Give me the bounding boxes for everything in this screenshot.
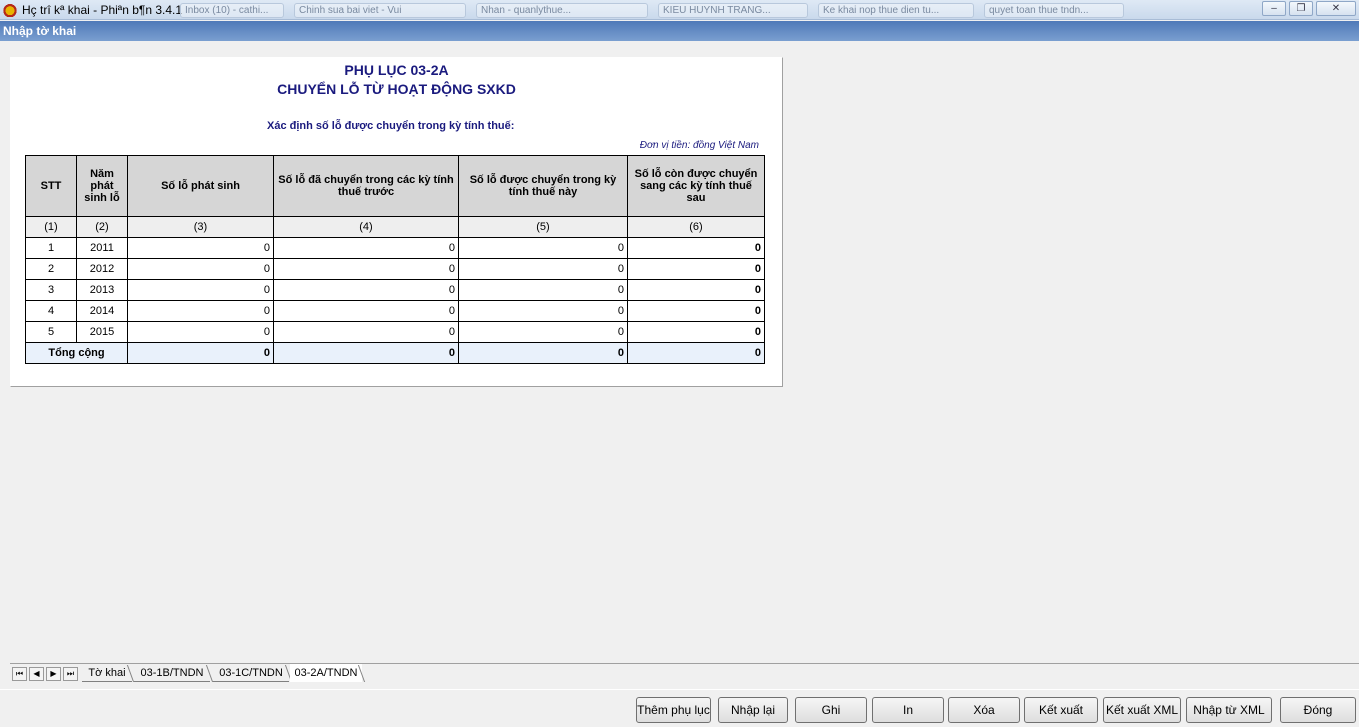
background-window-tab: Chinh sua bai viet - Vui bbox=[294, 3, 466, 18]
column-index: (3) bbox=[127, 216, 274, 238]
loss-incurred-cell[interactable]: 0 bbox=[127, 300, 274, 322]
loss-remaining-cell: 0 bbox=[627, 237, 765, 259]
form-header-title: Nhập tờ khai bbox=[3, 24, 77, 38]
window-title: Hç trî kª khai - Phiªn b¶n 3.4.1 bbox=[22, 3, 183, 17]
loss-incurred-cell[interactable]: 0 bbox=[127, 279, 274, 301]
loss-year-cell[interactable]: 2012 bbox=[76, 258, 128, 280]
column-header: STT bbox=[25, 155, 77, 217]
table-row: 4 2014 0 0 0 0 bbox=[25, 300, 765, 322]
total-carried-current: 0 bbox=[458, 342, 628, 364]
content-area: PHỤ LỤC 03-2A CHUYỂN LỖ TỪ HOẠT ĐỘNG SXK… bbox=[2, 43, 1357, 661]
column-index-row: (1) (2) (3) (4) (5) (6) bbox=[25, 216, 765, 238]
loss-carried-current-cell[interactable]: 0 bbox=[458, 300, 628, 322]
background-window-tab: Nhan - quanlythue... bbox=[476, 3, 648, 18]
background-window-tab: Inbox (10) - cathi... bbox=[180, 3, 284, 18]
tab-03-1c[interactable]: 03-1C/TNDN bbox=[213, 664, 289, 682]
restore-button[interactable]: ❐ bbox=[1289, 1, 1313, 16]
column-index: (4) bbox=[273, 216, 459, 238]
form-canvas: PHỤ LỤC 03-2A CHUYỂN LỖ TỪ HOẠT ĐỘNG SXK… bbox=[11, 58, 782, 386]
next-sheet-icon[interactable]: ▶ bbox=[46, 667, 61, 681]
background-window-tab: quyet toan thue tndn... bbox=[984, 3, 1124, 18]
loss-carried-prior-cell[interactable]: 0 bbox=[273, 237, 459, 259]
column-header: Số lỗ phát sinh bbox=[127, 155, 274, 217]
form-subtitle-heading: CHUYỂN LỖ TỪ HOẠT ĐỘNG SXKD bbox=[277, 81, 516, 97]
currency-unit-note: Đơn vị tiền: đồng Việt Nam bbox=[639, 140, 759, 151]
column-index: (5) bbox=[458, 216, 628, 238]
row-number: 5 bbox=[25, 321, 77, 343]
loss-incurred-cell[interactable]: 0 bbox=[127, 237, 274, 259]
column-header: Số lỗ được chuyển trong kỳ tính thuế này bbox=[458, 155, 628, 217]
loss-carried-current-cell[interactable]: 0 bbox=[458, 237, 628, 259]
loss-carried-prior-cell[interactable]: 0 bbox=[273, 279, 459, 301]
loss-carried-current-cell[interactable]: 0 bbox=[458, 279, 628, 301]
title-bar: Hç trî kª khai - Phiªn b¶n 3.4.1 Inbox (… bbox=[0, 0, 1359, 20]
column-index: (2) bbox=[76, 216, 128, 238]
table-row: 1 2011 0 0 0 0 bbox=[25, 237, 765, 259]
table-header-row: STT Năm phát sinh lỗ Số lỗ phát sinh Số … bbox=[25, 155, 765, 217]
reenter-button[interactable]: Nhập lại bbox=[718, 697, 788, 723]
prev-sheet-icon[interactable]: ◀ bbox=[29, 667, 44, 681]
last-sheet-icon[interactable]: ⏭ bbox=[63, 667, 78, 681]
section-caption: Xác định số lỗ được chuyển trong kỳ tính… bbox=[267, 120, 515, 132]
action-button-bar: Thêm phụ lục Nhập lại Ghi In Xóa Kết xuấ… bbox=[0, 689, 1359, 727]
tab-to-khai[interactable]: Tờ khai bbox=[82, 664, 132, 682]
row-number: 4 bbox=[25, 300, 77, 322]
column-header: Số lỗ đã chuyển trong các kỳ tính thuế t… bbox=[273, 155, 459, 217]
total-remaining: 0 bbox=[627, 342, 765, 364]
tab-03-2a[interactable]: 03-2A/TNDN bbox=[290, 664, 362, 682]
total-row: Tổng cộng 0 0 0 0 bbox=[25, 342, 765, 364]
form-panel: PHỤ LỤC 03-2A CHUYỂN LỖ TỪ HOẠT ĐỘNG SXK… bbox=[10, 57, 783, 387]
loss-remaining-cell: 0 bbox=[627, 279, 765, 301]
form-title: PHỤ LỤC 03-2A bbox=[344, 62, 449, 78]
minimize-button[interactable]: – bbox=[1262, 1, 1286, 16]
sheet-tab-strip: ⏮ ◀ ▶ ⏭ Tờ khai 03-1B/TNDN 03-1C/TNDN 03… bbox=[10, 663, 1359, 683]
loss-carried-current-cell[interactable]: 0 bbox=[458, 321, 628, 343]
column-header: Năm phát sinh lỗ bbox=[76, 155, 128, 217]
first-sheet-icon[interactable]: ⏮ bbox=[12, 667, 27, 681]
column-index: (1) bbox=[25, 216, 77, 238]
close-window-button[interactable]: ✕ bbox=[1316, 1, 1356, 16]
export-button[interactable]: Kết xuất bbox=[1024, 697, 1098, 723]
loss-year-cell[interactable]: 2011 bbox=[76, 237, 128, 259]
add-appendix-button[interactable]: Thêm phụ lục bbox=[636, 697, 711, 723]
import-xml-button[interactable]: Nhập từ XML bbox=[1186, 697, 1272, 723]
loss-year-cell[interactable]: 2015 bbox=[76, 321, 128, 343]
table-row: 5 2015 0 0 0 0 bbox=[25, 321, 765, 343]
row-number: 2 bbox=[25, 258, 77, 280]
table-row: 2 2012 0 0 0 0 bbox=[25, 258, 765, 280]
total-label: Tổng cộng bbox=[25, 342, 128, 364]
loss-remaining-cell: 0 bbox=[627, 258, 765, 280]
total-incurred: 0 bbox=[127, 342, 274, 364]
background-window-tab: Ke khai nop thue dien tu... bbox=[818, 3, 974, 18]
column-header: Số lỗ còn được chuyển sang các kỳ tính t… bbox=[627, 155, 765, 217]
loss-incurred-cell[interactable]: 0 bbox=[127, 321, 274, 343]
loss-remaining-cell: 0 bbox=[627, 321, 765, 343]
background-window-tab: KIEU HUYNH TRANG... bbox=[658, 3, 808, 18]
loss-carried-prior-cell[interactable]: 0 bbox=[273, 321, 459, 343]
print-button[interactable]: In bbox=[872, 697, 944, 723]
loss-carried-current-cell[interactable]: 0 bbox=[458, 258, 628, 280]
loss-carried-prior-cell[interactable]: 0 bbox=[273, 258, 459, 280]
loss-carried-prior-cell[interactable]: 0 bbox=[273, 300, 459, 322]
loss-carryforward-table: STT Năm phát sinh lỗ Số lỗ phát sinh Số … bbox=[25, 155, 765, 364]
loss-incurred-cell[interactable]: 0 bbox=[127, 258, 274, 280]
close-button[interactable]: Đóng bbox=[1280, 697, 1356, 723]
save-button[interactable]: Ghi bbox=[795, 697, 867, 723]
loss-year-cell[interactable]: 2014 bbox=[76, 300, 128, 322]
table-row: 3 2013 0 0 0 0 bbox=[25, 279, 765, 301]
row-number: 1 bbox=[25, 237, 77, 259]
total-carried-prior: 0 bbox=[273, 342, 459, 364]
delete-button[interactable]: Xóa bbox=[948, 697, 1020, 723]
row-number: 3 bbox=[25, 279, 77, 301]
column-index: (6) bbox=[627, 216, 765, 238]
form-header-bar: Nhập tờ khai bbox=[0, 21, 1359, 41]
loss-remaining-cell: 0 bbox=[627, 300, 765, 322]
tab-03-1b[interactable]: 03-1B/TNDN bbox=[134, 664, 210, 682]
app-logo-icon bbox=[2, 3, 18, 17]
loss-year-cell[interactable]: 2013 bbox=[76, 279, 128, 301]
export-xml-button[interactable]: Kết xuất XML bbox=[1103, 697, 1181, 723]
